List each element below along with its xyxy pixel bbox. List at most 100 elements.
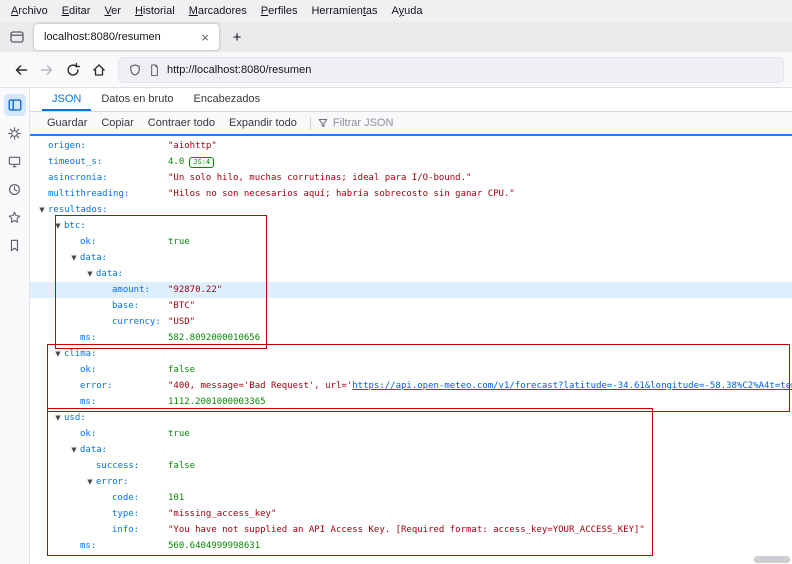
json-row-ms[interactable]: ms: 560.6404999998631 <box>30 538 792 554</box>
json-value: 582.8092000010656 <box>168 333 261 343</box>
json-key: ms: <box>80 541 97 551</box>
home-button[interactable] <box>86 57 112 83</box>
json-row-origen[interactable]: origen: "aiohttp" <box>30 138 792 154</box>
tracking-shield-icon[interactable] <box>128 63 142 77</box>
json-row-resultados[interactable]: ▼ resultados: <box>30 202 792 218</box>
json-row-ms[interactable]: ms: 582.8092000010656 <box>30 330 792 346</box>
json-row-multithreading[interactable]: multithreading: "Hilos no son necesarios … <box>30 186 792 202</box>
viewer-tab-datos-en-bruto[interactable]: Datos en bruto <box>91 88 183 111</box>
json-row-ok[interactable]: ok: false <box>30 362 792 378</box>
url-text[interactable]: http://localhost:8080/resumen <box>167 64 311 76</box>
settings-gear-icon[interactable] <box>4 122 26 144</box>
json-row-amount[interactable]: amount: "92870.22" <box>30 282 792 298</box>
json-row-data[interactable]: ▼ data: <box>30 266 792 282</box>
json-key: timeout_s: <box>48 157 103 167</box>
json-row-base[interactable]: base: "BTC" <box>30 298 792 314</box>
toolbar-button-guardar[interactable]: Guardar <box>40 115 94 131</box>
json-row-info[interactable]: info: "You have not supplied an API Acces… <box>30 522 792 538</box>
menu-perfiles[interactable]: Perfiles <box>254 2 305 20</box>
browser-window: Archivo Editar Ver Historial Marcadores Perfi… <box>0 0 792 564</box>
json-row-code[interactable]: code: 101 <box>30 490 792 506</box>
json-value: 560.6404999998631 <box>168 541 261 551</box>
json-value: "You have not supplied an API Access Key… <box>168 525 645 535</box>
new-tab-button[interactable]: + <box>225 25 249 49</box>
viewer-tab-json[interactable]: JSON <box>42 88 92 111</box>
expand-arrow-icon[interactable]: ▼ <box>84 270 96 278</box>
json-row-ms[interactable]: ms: 1112.2001000003365 <box>30 394 792 410</box>
json-key: success: <box>96 461 140 471</box>
expand-arrow-icon[interactable]: ▼ <box>68 254 80 262</box>
json-key: resultados: <box>48 205 108 215</box>
expand-arrow-icon[interactable]: ▼ <box>36 206 48 214</box>
expand-arrow-icon[interactable]: ▼ <box>52 414 64 422</box>
json-value: false <box>168 461 196 471</box>
json-value: "Un solo hilo, muchas corrutinas; ideal … <box>168 173 472 183</box>
filter-json-input[interactable] <box>332 117 443 129</box>
tab-title: localhost:8080/resumen <box>44 31 161 43</box>
json-row-ok[interactable]: ok: true <box>30 426 792 442</box>
json-row-currency[interactable]: currency: "USD" <box>30 314 792 330</box>
json-key: ok: <box>80 365 97 375</box>
json-row-ok[interactable]: ok: true <box>30 234 792 250</box>
reload-button[interactable] <box>60 57 86 83</box>
toolbar-buttons: Guardar Copiar Contraer todo Expandir todo <box>40 115 304 131</box>
json-row-error[interactable]: error: "400, message='Bad Request', url='… <box>30 378 792 394</box>
json-value: true <box>168 429 190 439</box>
history-clock-icon[interactable] <box>4 178 26 200</box>
json-key: data: <box>80 445 108 455</box>
back-button[interactable] <box>8 57 34 83</box>
error-url-link[interactable]: https://api.open-meteo.com/v1/forecast?l… <box>352 381 792 391</box>
menu-historial[interactable]: Historial <box>128 2 182 20</box>
json-key: data: <box>96 269 124 279</box>
url-bar[interactable]: http://localhost:8080/resumen <box>118 56 784 83</box>
toolbar-button-copiar[interactable]: Copiar <box>94 115 140 131</box>
json-key: amount: <box>112 285 150 295</box>
menu-ayuda[interactable]: Ayuda <box>385 2 430 20</box>
browser-content: JSON Datos en bruto Encabezados Guardar Cop… <box>0 88 792 564</box>
menu-herramientas[interactable]: Herramientas <box>304 2 384 20</box>
synced-tabs-icon[interactable] <box>4 150 26 172</box>
bookmarks-star-icon[interactable] <box>4 206 26 228</box>
menu-items: Archivo Editar Ver Historial Marcadores Perfi… <box>4 2 430 20</box>
viewer-tabs: JSON Datos en bruto Encabezados <box>30 88 792 112</box>
json-row-clima[interactable]: ▼ clima: <box>30 346 792 362</box>
expand-arrow-icon[interactable]: ▼ <box>68 446 80 454</box>
json-key: origen: <box>48 141 86 151</box>
menu-marcadores[interactable]: Marcadores <box>182 2 254 20</box>
json-filter <box>317 117 443 129</box>
forward-button[interactable] <box>34 57 60 83</box>
json-value: "USD" <box>168 317 196 327</box>
json-row-usd[interactable]: ▼ usd: <box>30 410 792 426</box>
json-row-asincronia[interactable]: asincronia: "Un solo hilo, muchas corruti… <box>30 170 792 186</box>
tab-close-icon[interactable]: × <box>197 30 213 45</box>
toolbar-button-expandir-todo[interactable]: Expandir todo <box>222 115 304 131</box>
json-key: ms: <box>80 397 97 407</box>
firefox-view-icon[interactable] <box>4 25 30 49</box>
json-key: data: <box>80 253 108 263</box>
menu-archivo[interactable]: Archivo <box>4 2 55 20</box>
reading-list-bookmark-icon[interactable] <box>4 234 26 256</box>
json-row-success[interactable]: success: false <box>30 458 792 474</box>
json-row-data[interactable]: ▼ data: <box>30 250 792 266</box>
viewer-toolbar: Guardar Copiar Contraer todo Expandir todo <box>30 112 792 136</box>
json-key: currency: <box>112 317 161 327</box>
json-row-btc[interactable]: ▼ btc: <box>30 218 792 234</box>
json-key: ok: <box>80 429 97 439</box>
site-identity-icon[interactable] <box>148 63 161 76</box>
expand-arrow-icon[interactable]: ▼ <box>84 478 96 486</box>
menu-ver[interactable]: Ver <box>97 2 128 20</box>
scrollbar-corner[interactable] <box>754 556 790 563</box>
json-row-error[interactable]: ▼ error: <box>30 474 792 490</box>
json-key: info: <box>112 525 140 535</box>
expand-arrow-icon[interactable]: ▼ <box>52 350 64 358</box>
json-row-data[interactable]: ▼ data: <box>30 442 792 458</box>
browser-tab[interactable]: localhost:8080/resumen × <box>34 24 219 50</box>
json-row-type[interactable]: type: "missing_access_key" <box>30 506 792 522</box>
sidebar-toggle-icon[interactable] <box>3 94 26 116</box>
toolbar-separator <box>309 116 311 130</box>
json-row-timeout_s[interactable]: timeout_s: 4.0 JS:4 <box>30 154 792 170</box>
viewer-tab-encabezados[interactable]: Encabezados <box>184 88 271 111</box>
expand-arrow-icon[interactable]: ▼ <box>52 222 64 230</box>
menu-editar[interactable]: Editar <box>55 2 98 20</box>
toolbar-button-contraer-todo[interactable]: Contraer todo <box>141 115 222 131</box>
